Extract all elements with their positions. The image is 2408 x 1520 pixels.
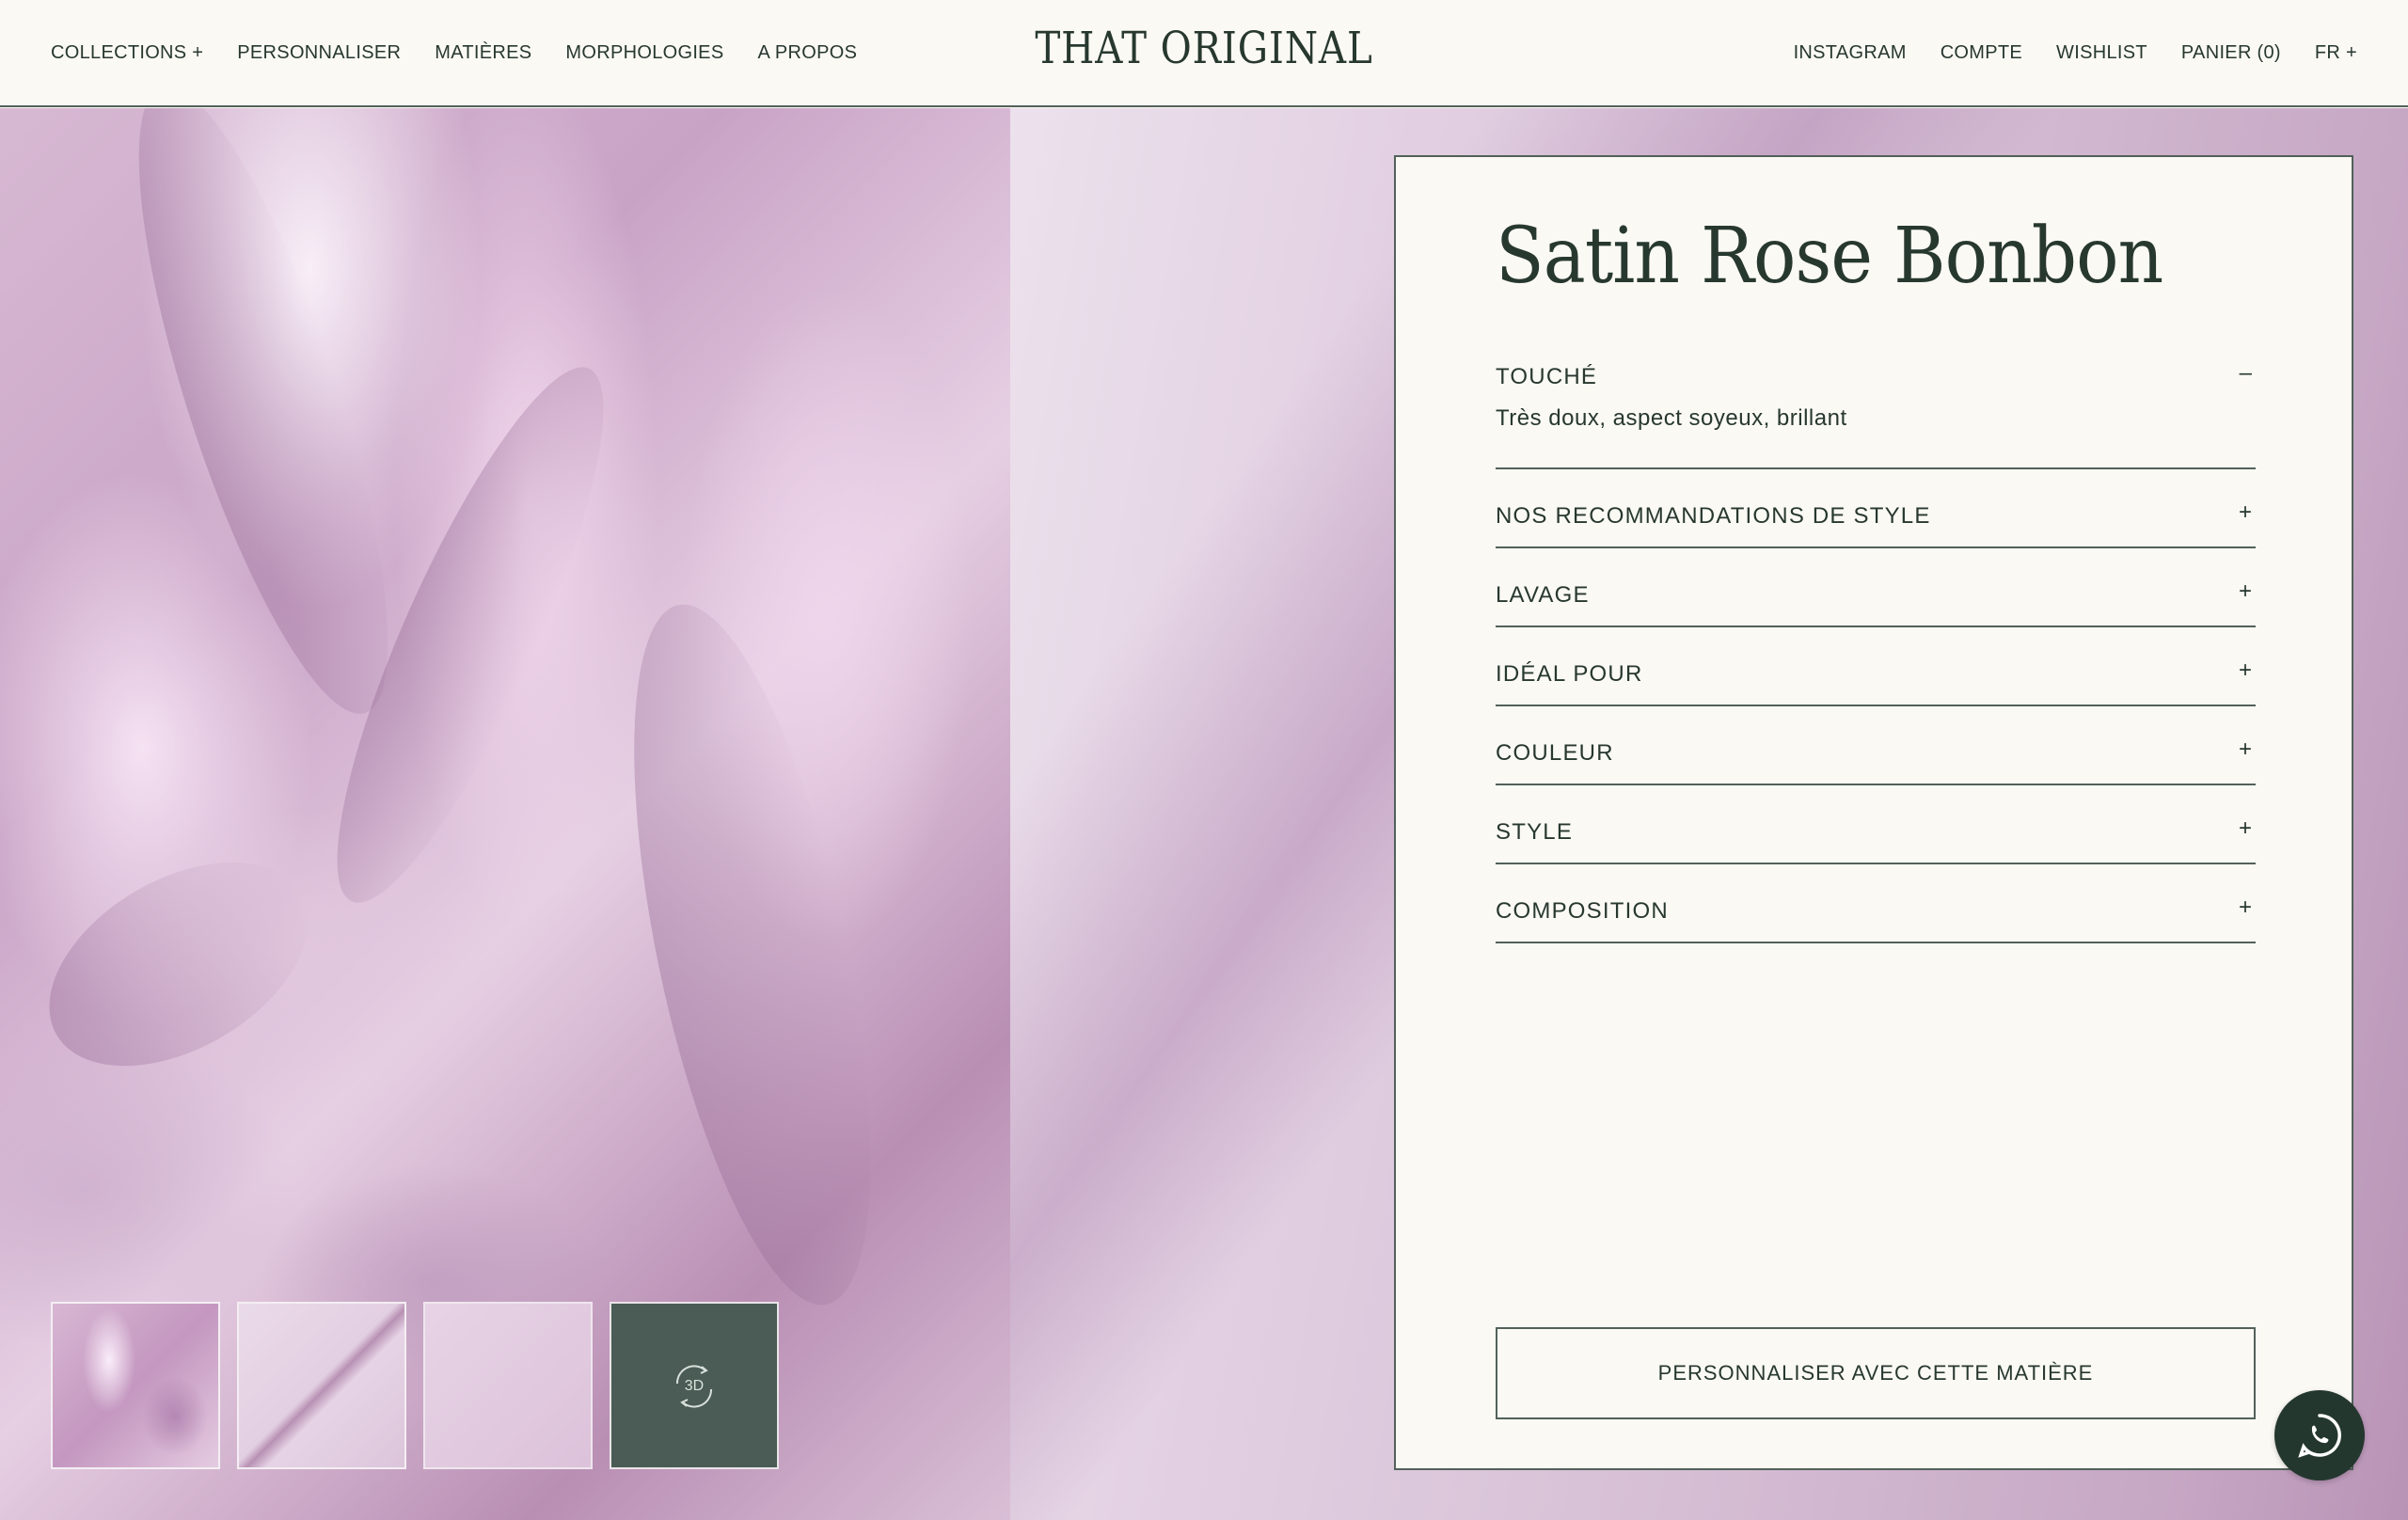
- whatsapp-icon: [2298, 1414, 2341, 1458]
- product-accordion: TOUCHÉ – Très doux, aspect soyeux, brillan…: [1496, 343, 2256, 943]
- plus-icon[interactable]: +: [2239, 501, 2252, 524]
- fabric-fold-shadow: [89, 108, 437, 736]
- accordion-header[interactable]: TOUCHÉ –: [1496, 343, 2256, 402]
- nav-language[interactable]: FR +: [2315, 42, 2357, 64]
- accordion-label: TOUCHÉ: [1496, 364, 1598, 389]
- page: COLLECTIONS + PERSONNALISER MATIÈRES MORPHO…: [0, 0, 2408, 1520]
- accordion-item-nos-recommandations-de-style[interactable]: NOS RECOMMANDATIONS DE STYLE +: [1496, 469, 2256, 548]
- nav-compte[interactable]: COMPTE: [1941, 42, 2022, 64]
- accordion-item-composition[interactable]: COMPOSITION +: [1496, 864, 2256, 943]
- thumbnail-fabric-fold[interactable]: [237, 1302, 406, 1469]
- accordion-label: COULEUR: [1496, 740, 1614, 766]
- thumbnail-3d-view[interactable]: 3D: [610, 1302, 779, 1469]
- whatsapp-button[interactable]: [2274, 1390, 2365, 1480]
- accordion-header[interactable]: STYLE +: [1496, 785, 2256, 863]
- accordion-header[interactable]: COULEUR +: [1496, 706, 2256, 784]
- plus-icon[interactable]: +: [2239, 659, 2252, 682]
- rotate-3d-icon: 3D: [675, 1365, 713, 1408]
- plus-icon[interactable]: +: [2239, 738, 2252, 761]
- nav-morphologies[interactable]: MORPHOLOGIES: [565, 42, 723, 64]
- plus-icon[interactable]: +: [2239, 817, 2252, 840]
- accordion-label: COMPOSITION: [1496, 898, 1669, 924]
- accordion-item-couleur[interactable]: COULEUR +: [1496, 706, 2256, 785]
- nav-collections[interactable]: COLLECTIONS +: [51, 42, 203, 64]
- fabric-fold-shadow: [14, 820, 343, 1108]
- nav-panier[interactable]: PANIER (0): [2181, 42, 2281, 64]
- accordion-header[interactable]: LAVAGE +: [1496, 548, 2256, 625]
- three-d-label: 3D: [685, 1378, 704, 1394]
- accordion-label: IDÉAL POUR: [1496, 661, 1643, 687]
- product-title: Satin Rose Bonbon: [1496, 212, 2163, 301]
- site-header: COLLECTIONS + PERSONNALISER MATIÈRES MORPHO…: [0, 0, 2408, 107]
- accordion-header[interactable]: IDÉAL POUR +: [1496, 627, 2256, 705]
- fabric-fold-shadow: [586, 585, 919, 1324]
- nav-wishlist[interactable]: WISHLIST: [2056, 42, 2147, 64]
- accordion-item-lavage[interactable]: LAVAGE +: [1496, 548, 2256, 627]
- nav-matieres[interactable]: MATIÈRES: [435, 42, 531, 64]
- thumbnail-fabric-flat[interactable]: [423, 1302, 593, 1469]
- product-info-panel: Satin Rose Bonbon TOUCHÉ – Très doux, aspe…: [1394, 155, 2353, 1470]
- minus-icon[interactable]: –: [2240, 362, 2252, 385]
- accordion-content: Très doux, aspect soyeux, brillant: [1496, 405, 1847, 431]
- accordion-header[interactable]: COMPOSITION +: [1496, 864, 2256, 942]
- accordion-item-idéal-pour[interactable]: IDÉAL POUR +: [1496, 627, 2256, 706]
- thumbnail-fabric-drape[interactable]: [51, 1302, 220, 1469]
- thumbnail-strip: 3D: [51, 1302, 779, 1469]
- customize-button[interactable]: PERSONNALISER AVEC CETTE MATIÈRE: [1496, 1327, 2256, 1419]
- utility-nav: INSTAGRAM COMPTE WISHLIST PANIER (0) FR +: [1794, 42, 2357, 64]
- site-logo[interactable]: THAT ORIGINAL: [1035, 23, 1372, 74]
- nav-instagram[interactable]: INSTAGRAM: [1794, 42, 1907, 64]
- accordion-label: NOS RECOMMANDATIONS DE STYLE: [1496, 503, 1931, 529]
- accordion-label: STYLE: [1496, 819, 1574, 845]
- plus-icon[interactable]: +: [2239, 896, 2252, 919]
- accordion-header[interactable]: NOS RECOMMANDATIONS DE STYLE +: [1496, 469, 2256, 546]
- nav-personnaliser[interactable]: PERSONNALISER: [237, 42, 401, 64]
- main-nav: COLLECTIONS + PERSONNALISER MATIÈRES MORPHO…: [51, 42, 857, 64]
- accordion-item-style[interactable]: STYLE +: [1496, 785, 2256, 864]
- plus-icon[interactable]: +: [2239, 580, 2252, 603]
- accordion-item-touché[interactable]: TOUCHÉ – Très doux, aspect soyeux, brillan…: [1496, 343, 2256, 469]
- nav-a-propos[interactable]: A PROPOS: [757, 42, 857, 64]
- accordion-label: LAVAGE: [1496, 582, 1590, 608]
